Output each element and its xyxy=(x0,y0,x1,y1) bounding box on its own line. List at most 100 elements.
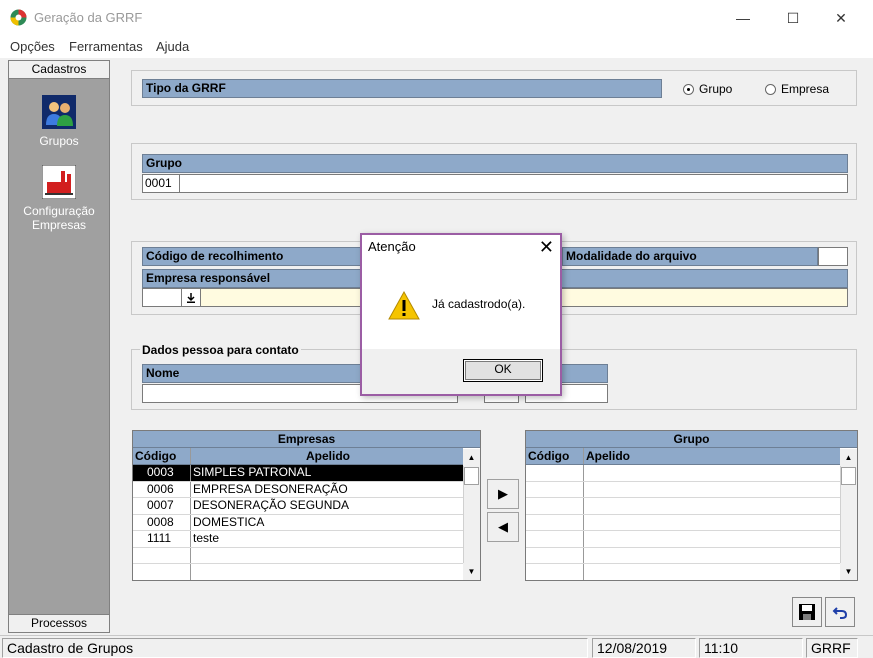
cell-codigo xyxy=(526,465,584,481)
sidebar-item-configuracao-empresas[interactable]: Configuração Empresas xyxy=(9,165,109,232)
minimize-button[interactable]: — xyxy=(720,4,766,32)
empresas-rows: 0003 SIMPLES PATRONAL 0006 EMPRESA DESONERA… xyxy=(133,465,463,580)
grupo-grid-title: Grupo xyxy=(526,431,857,448)
sidebar-item-grupos-label: Grupos xyxy=(39,134,79,148)
radio-empresa[interactable]: Empresa xyxy=(765,82,829,96)
col-codigo[interactable]: Código xyxy=(526,448,584,464)
cell-codigo: 0003 xyxy=(133,465,191,481)
empresas-grid-title: Empresas xyxy=(133,431,480,448)
scroll-up-icon[interactable]: ▲ xyxy=(840,449,857,466)
table-row[interactable]: 0008 DOMESTICA xyxy=(133,514,463,531)
table-row-empty[interactable] xyxy=(526,564,840,580)
download-arrow-icon xyxy=(187,293,195,303)
cell-apelido xyxy=(191,548,463,564)
close-button[interactable]: ✕ xyxy=(818,4,864,32)
cell-apelido: teste xyxy=(193,531,220,545)
dialog-message: Já cadastrodo(a). xyxy=(432,297,526,311)
title-bar: Geração da GRRF — ☐ ✕ xyxy=(0,0,873,36)
grupo-grid-header: Código Apelido xyxy=(526,448,840,465)
cell-apelido: DESONERAÇÃO SEGUNDA xyxy=(193,498,350,512)
table-row-empty[interactable] xyxy=(133,564,463,580)
empresa-code-field[interactable] xyxy=(142,288,182,307)
sidebar-item-grupos[interactable]: Grupos xyxy=(9,95,109,148)
table-row-empty[interactable] xyxy=(526,514,840,531)
cell-codigo xyxy=(526,564,584,580)
menu-ferramentas[interactable]: Ferramentas xyxy=(69,39,143,54)
cell-codigo xyxy=(526,514,584,530)
app-icon xyxy=(10,9,27,26)
table-row-empty[interactable] xyxy=(526,465,840,482)
cell-apelido xyxy=(584,564,840,580)
cell-codigo xyxy=(133,547,191,563)
cell-apelido xyxy=(584,498,840,514)
scroll-thumb[interactable] xyxy=(464,467,479,485)
window-title: Geração da GRRF xyxy=(34,10,143,25)
table-row-empty[interactable] xyxy=(526,531,840,548)
undo-icon xyxy=(832,607,848,619)
table-row-empty[interactable] xyxy=(526,481,840,498)
col-apelido[interactable]: Apelido xyxy=(191,448,463,464)
menu-bar: Opções Ferramentas Ajuda xyxy=(0,36,873,58)
remove-from-group-button[interactable]: ◀ xyxy=(487,512,519,542)
status-date: 12/08/2019 xyxy=(592,638,696,658)
col-apelido[interactable]: Apelido xyxy=(584,448,840,464)
empresa-lookup-button[interactable] xyxy=(181,288,201,307)
empresas-grid[interactable]: Empresas Código Apelido 0003 SIMPLES PATR… xyxy=(132,430,481,581)
menu-opcoes[interactable]: Opções xyxy=(10,39,55,54)
maximize-button[interactable]: ☐ xyxy=(770,4,816,32)
cell-apelido xyxy=(584,548,840,564)
cell-codigo xyxy=(526,498,584,514)
table-row[interactable]: 0007 DESONERAÇÃO SEGUNDA xyxy=(133,498,463,515)
grupo-groupbox: Grupo 0001 xyxy=(131,143,857,200)
save-button[interactable] xyxy=(792,597,822,627)
cell-codigo xyxy=(526,531,584,547)
dialog-title: Atenção ✕ xyxy=(362,235,560,261)
table-row-empty[interactable] xyxy=(526,498,840,515)
cell-apelido xyxy=(584,482,840,498)
grupo-scrollbar[interactable]: ▲ ▼ xyxy=(840,449,857,580)
grupo-name-field[interactable] xyxy=(179,174,848,193)
radio-grupo[interactable]: Grupo xyxy=(683,82,732,96)
radio-grupo-label: Grupo xyxy=(699,82,733,96)
users-icon xyxy=(42,95,76,129)
add-to-group-button[interactable]: ▶ xyxy=(487,479,519,509)
undo-button[interactable] xyxy=(825,597,855,627)
tipo-label: Tipo da GRRF xyxy=(142,79,662,98)
scroll-down-icon[interactable]: ▼ xyxy=(840,563,857,580)
alert-dialog: Atenção ✕ Já cadastrodo(a). OK xyxy=(360,233,562,396)
empresas-scrollbar[interactable]: ▲ ▼ xyxy=(463,449,480,580)
cell-codigo: 1111 xyxy=(133,531,191,547)
dialog-body: Já cadastrodo(a). xyxy=(362,261,560,349)
cell-apelido: EMPRESA DESONERAÇÃO xyxy=(193,481,348,496)
grupo-grid[interactable]: Grupo Código Apelido ▲ ▼ xyxy=(525,430,858,581)
radio-grupo-circle xyxy=(683,83,694,95)
cell-apelido: DOMESTICA xyxy=(193,514,265,529)
col-codigo[interactable]: Código xyxy=(133,448,191,464)
arrow-left-icon: ◀ xyxy=(498,519,508,534)
table-row[interactable]: 1111 teste xyxy=(133,531,463,548)
table-row[interactable]: 0003 SIMPLES PATRONAL xyxy=(133,465,463,482)
grupo-code-field[interactable]: 0001 xyxy=(142,174,180,193)
cell-apelido xyxy=(191,564,463,580)
sidebar: Cadastros Grupos Configuração Empresas P… xyxy=(8,60,110,633)
sidebar-footer-processos[interactable]: Processos xyxy=(9,614,109,632)
grupo-label: Grupo xyxy=(142,154,848,173)
table-row[interactable]: 0006 EMPRESA DESONERAÇÃO xyxy=(133,481,463,498)
cell-apelido: SIMPLES PATRONAL xyxy=(193,465,312,479)
status-time: 11:10 xyxy=(699,638,803,658)
radio-empresa-label: Empresa xyxy=(781,82,830,96)
sidebar-header-cadastros[interactable]: Cadastros xyxy=(9,61,109,79)
ok-button[interactable]: OK xyxy=(463,359,543,382)
cell-codigo: 0008 xyxy=(133,514,191,530)
scroll-thumb[interactable] xyxy=(841,467,856,485)
table-row-empty[interactable] xyxy=(133,547,463,564)
scroll-up-icon[interactable]: ▲ xyxy=(463,449,480,466)
dialog-title-text: Atenção xyxy=(368,239,416,254)
modalidade-field[interactable] xyxy=(818,247,848,266)
scroll-down-icon[interactable]: ▼ xyxy=(463,563,480,580)
table-row-empty[interactable] xyxy=(526,547,840,564)
dialog-close-icon[interactable]: ✕ xyxy=(539,237,554,257)
empresas-grid-header: Código Apelido xyxy=(133,448,463,465)
cell-codigo: 0007 xyxy=(133,498,191,514)
menu-ajuda[interactable]: Ajuda xyxy=(156,39,189,54)
